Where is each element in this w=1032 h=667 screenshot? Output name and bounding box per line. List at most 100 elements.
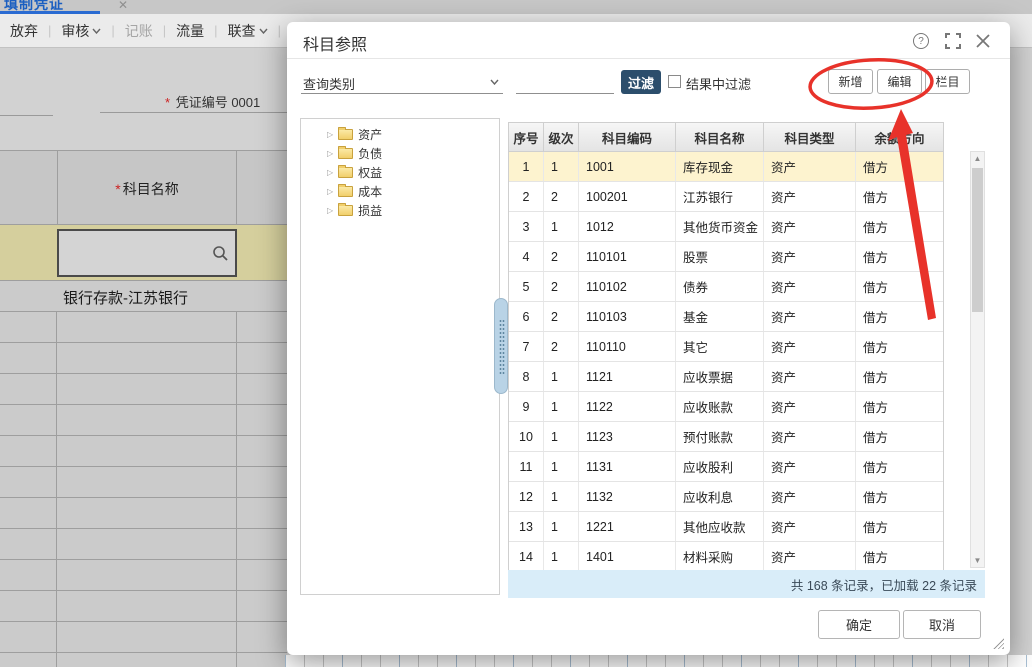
table-row[interactable]: 9 1 1122 应收账款 资产 借方 [509, 392, 943, 422]
toolbar-separator: | [163, 23, 166, 38]
folder-icon [338, 167, 353, 178]
maximize-icon[interactable] [945, 33, 961, 49]
voucher-grid-header: * 科目名称 [0, 150, 287, 225]
query-category-select[interactable]: 查询类别 [301, 70, 503, 94]
column-header-code[interactable]: 科目编码 [579, 123, 676, 151]
toolbar-abandon-button[interactable]: 放弃 [10, 21, 38, 41]
edit-button[interactable]: 编辑 [877, 69, 922, 94]
columns-button[interactable]: 栏目 [925, 69, 970, 94]
help-icon[interactable]: ? [913, 33, 929, 49]
table-row[interactable]: 14 1 1401 材料采购 资产 借方 [509, 542, 943, 572]
tab-voucher-entry[interactable]: 填制凭证 [0, 0, 100, 14]
table-row[interactable]: 2 2 100201 江苏银行 资产 借方 [509, 182, 943, 212]
tab-close-icon[interactable]: ✕ [118, 0, 128, 12]
voucher-number-label: 凭证编号 [176, 95, 228, 110]
add-button[interactable]: 新增 [828, 69, 873, 94]
chevron-down-icon [490, 79, 499, 85]
filter-button[interactable]: 过滤 [621, 70, 661, 94]
chevron-down-icon [259, 28, 268, 34]
cancel-button[interactable]: 取消 [903, 610, 981, 639]
grip-dots-icon [499, 319, 505, 375]
expander-icon[interactable]: ▷ [327, 130, 333, 139]
subject-table-header: 序号 级次 科目编码 科目名称 科目类型 余额方向 [509, 123, 943, 152]
filter-in-results-label: 结果中过滤 [686, 74, 751, 93]
voucher-number-value[interactable]: 0001 [231, 95, 260, 110]
record-count-text: 共 168 条记录，已加载 22 条记录 [791, 575, 977, 594]
column-header-level[interactable]: 级次 [544, 123, 579, 151]
tree-item-profit-loss[interactable]: ▷ 损益 [327, 201, 499, 220]
required-asterisk: * [115, 181, 120, 197]
voucher-grid-empty-rows [0, 312, 287, 667]
scroll-up-icon[interactable]: ▲ [971, 154, 984, 163]
folder-icon [338, 186, 353, 197]
toolbar-linkquery-button[interactable]: 联查 [228, 21, 268, 41]
voucher-grid: * 科目名称 银行存款-江苏银行 [0, 150, 287, 667]
table-row[interactable]: 3 1 1012 其他货币资金 资产 借方 [509, 212, 943, 242]
subject-reference-dialog: 科目参照 ? 查询类别 过滤 结果中过滤 新增 编辑 栏目 [287, 22, 1010, 655]
amount-columns-strip [285, 655, 1032, 667]
folder-icon [338, 129, 353, 140]
dialog-title: 科目参照 [303, 31, 367, 55]
table-row[interactable]: 8 1 1121 应收票据 资产 借方 [509, 362, 943, 392]
subject-name-column-header: * 科目名称 [57, 151, 237, 226]
tree-item-cost[interactable]: ▷ 成本 [327, 182, 499, 201]
column-header-seq[interactable]: 序号 [509, 123, 544, 151]
toolbar-separator: | [48, 23, 51, 38]
voucher-number-underline [100, 112, 287, 113]
table-row[interactable]: 1 1 1001 库存现金 资产 借方 [509, 152, 943, 182]
required-asterisk: * [165, 95, 170, 110]
toolbar-separator: | [214, 23, 217, 38]
expander-icon[interactable]: ▷ [327, 149, 333, 158]
column-header-balance-direction[interactable]: 余额方向 [856, 123, 943, 151]
query-category-label: 查询类别 [303, 74, 355, 93]
subject-search-input[interactable] [57, 229, 237, 277]
toolbar-separator: | [278, 23, 281, 38]
column-header-name[interactable]: 科目名称 [676, 123, 764, 151]
table-row[interactable]: 6 2 110103 基金 资产 借方 [509, 302, 943, 332]
tree-item-equity[interactable]: ▷ 权益 [327, 163, 499, 182]
tree-item-assets[interactable]: ▷ 资产 [327, 125, 499, 144]
expander-icon[interactable]: ▷ [327, 168, 333, 177]
filter-text-input[interactable] [516, 70, 614, 94]
dialog-header: 科目参照 ? [287, 22, 1010, 59]
scroll-down-icon[interactable]: ▼ [971, 556, 984, 565]
voucher-grid-active-row [0, 225, 287, 281]
panel-splitter-handle[interactable] [494, 298, 508, 394]
column-header-type[interactable]: 科目类型 [764, 123, 856, 151]
table-scrollbar[interactable]: ▲ ▼ [970, 151, 985, 568]
expander-icon[interactable]: ▷ [327, 187, 333, 196]
table-row[interactable]: 4 2 110101 股票 资产 借方 [509, 242, 943, 272]
close-icon[interactable] [975, 33, 991, 49]
voucher-number-field: * 凭证编号 0001 [165, 92, 260, 111]
toolbar-audit-button[interactable]: 审核 [61, 21, 101, 41]
tab-bar: 填制凭证 ✕ [0, 0, 1032, 14]
filter-in-results-checkbox[interactable] [668, 75, 681, 88]
folder-icon [338, 148, 353, 159]
folder-icon [338, 205, 353, 216]
dialog-filter-bar: 查询类别 过滤 结果中过滤 新增 编辑 栏目 [287, 68, 1010, 98]
subject-entry-value: 银行存款-江苏银行 [63, 287, 188, 308]
scrollbar-thumb[interactable] [972, 168, 983, 312]
subject-table: 序号 级次 科目编码 科目名称 科目类型 余额方向 1 1 1001 库存现金 … [508, 122, 944, 572]
table-row[interactable]: 11 1 1131 应收股利 资产 借方 [509, 452, 943, 482]
chevron-down-icon [92, 28, 101, 34]
tab-label: 填制凭证 [4, 0, 64, 14]
table-row[interactable]: 7 2 110110 其它 资产 借方 [509, 332, 943, 362]
cropped-field-underline [0, 115, 53, 116]
voucher-grid-entry-row: 银行存款-江苏银行 [0, 281, 287, 312]
table-row[interactable]: 10 1 1123 预付账款 资产 借方 [509, 422, 943, 452]
ok-button[interactable]: 确定 [818, 610, 900, 639]
subject-table-body: 1 1 1001 库存现金 资产 借方 2 2 100201 江苏银行 资产 [509, 152, 943, 572]
toolbar-post-button[interactable]: 记账 [125, 21, 153, 41]
record-count-bar: 共 168 条记录，已加载 22 条记录 [508, 570, 985, 598]
resize-grip[interactable] [993, 638, 1004, 649]
subject-category-tree: ▷ 资产 ▷ 负债 ▷ 权益 ▷ 成本 ▷ 损益 [300, 118, 500, 595]
table-row[interactable]: 5 2 110102 债券 资产 借方 [509, 272, 943, 302]
toolbar-separator: | [111, 23, 114, 38]
toolbar-cashflow-button[interactable]: 流量 [176, 21, 204, 41]
tree-item-liabilities[interactable]: ▷ 负债 [327, 144, 499, 163]
app-window: 填制凭证 ✕ 放弃 | 审核 | 记账 | 流量 | 联查 | 设 * 凭证编号… [0, 0, 1032, 667]
expander-icon[interactable]: ▷ [327, 206, 333, 215]
table-row[interactable]: 13 1 1221 其他应收款 资产 借方 [509, 512, 943, 542]
table-row[interactable]: 12 1 1132 应收利息 资产 借方 [509, 482, 943, 512]
